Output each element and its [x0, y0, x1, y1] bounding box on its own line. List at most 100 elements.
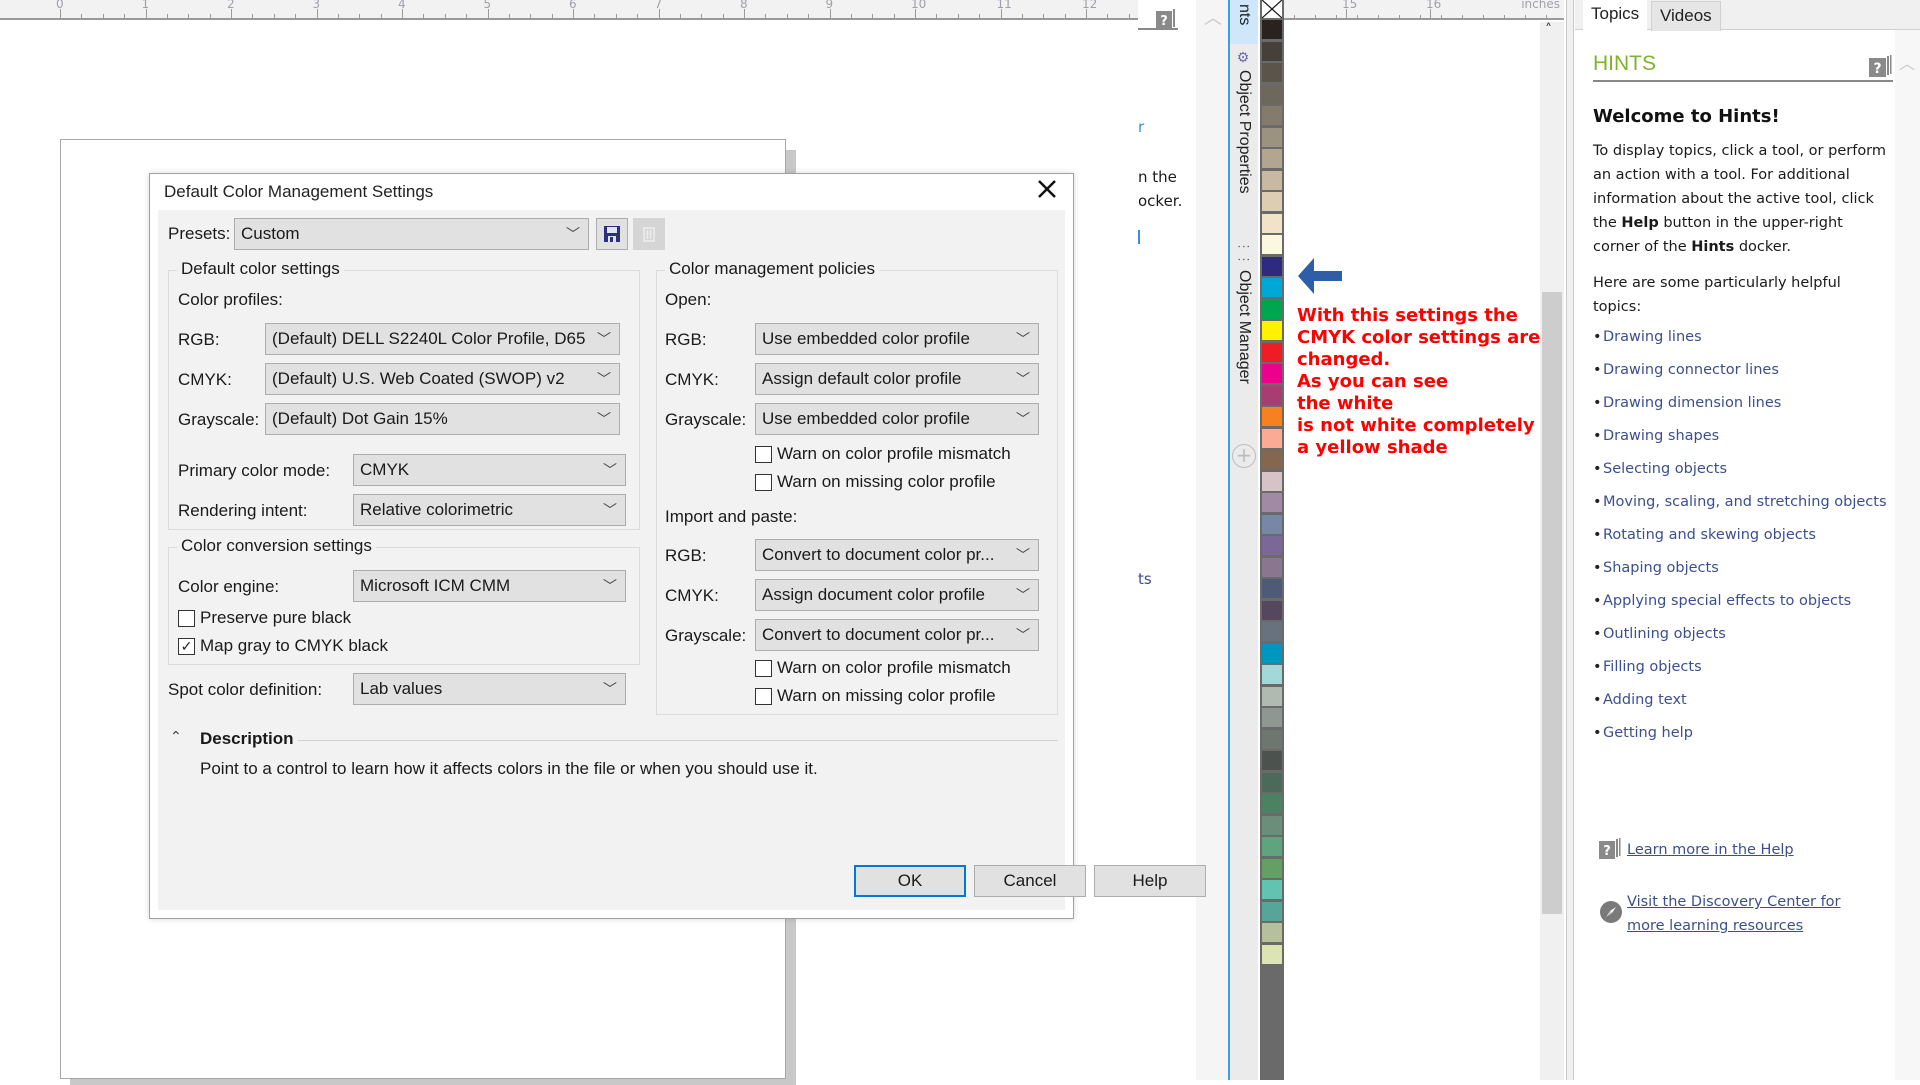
- hidden-panel-scrollbar[interactable]: ︿: [1196, 0, 1230, 1080]
- color-swatch[interactable]: [1262, 385, 1282, 405]
- topic-link[interactable]: Applying special effects to objects: [1593, 589, 1893, 613]
- color-swatch[interactable]: [1262, 622, 1282, 641]
- collapse-description-icon[interactable]: ⌃: [170, 729, 182, 745]
- color-swatch[interactable]: [1262, 278, 1282, 297]
- color-swatch[interactable]: [1262, 514, 1282, 534]
- color-swatch[interactable]: [1262, 751, 1282, 770]
- tab-hints[interactable]: nts: [1230, 0, 1258, 44]
- scroll-up-icon[interactable]: ˄: [1545, 22, 1552, 38]
- color-swatch[interactable]: [1262, 708, 1282, 727]
- panel-splitter[interactable]: [1566, 0, 1574, 1080]
- primary-color-mode-select[interactable]: CMYK ﹀: [353, 454, 626, 486]
- import-rgb-select[interactable]: Convert to document color pr... ﹀: [755, 539, 1039, 571]
- plus-circle-icon[interactable]: +: [1232, 444, 1256, 468]
- color-swatch[interactable]: [1262, 643, 1282, 663]
- topic-link[interactable]: Drawing connector lines: [1593, 358, 1893, 382]
- rgb-profile-select[interactable]: (Default) DELL S2240L Color Profile, D65…: [265, 323, 620, 355]
- cmyk-profile-select[interactable]: (Default) U.S. Web Coated (SWOP) v2 ﹀: [265, 363, 620, 395]
- scroll-up-icon[interactable]: ︿: [1899, 50, 1915, 74]
- no-color-swatch[interactable]: [1261, 0, 1283, 19]
- color-swatch[interactable]: [1262, 880, 1282, 899]
- color-swatch[interactable]: [1262, 729, 1282, 749]
- color-swatch[interactable]: [1262, 106, 1282, 125]
- tab-object-properties[interactable]: ⚙ Object Properties: [1230, 46, 1258, 216]
- topic-link[interactable]: Shaping objects: [1593, 556, 1893, 580]
- color-swatch[interactable]: [1262, 450, 1282, 469]
- horizontal-ruler-right[interactable]: inches 15 16: [1284, 0, 1564, 20]
- open-warn-mismatch-checkbox[interactable]: Warn on color profile mismatch: [755, 444, 1011, 464]
- color-swatch[interactable]: [1262, 837, 1282, 856]
- color-swatch[interactable]: [1262, 299, 1282, 319]
- import-warn-missing-checkbox[interactable]: Warn on missing color profile: [755, 686, 996, 706]
- color-swatch[interactable]: [1262, 428, 1282, 448]
- color-engine-select[interactable]: Microsoft ICM CMM ﹀: [353, 570, 626, 602]
- topic-link[interactable]: Rotating and skewing objects: [1593, 523, 1893, 547]
- color-swatch[interactable]: [1262, 772, 1282, 792]
- color-swatch[interactable]: [1262, 256, 1282, 276]
- color-swatch[interactable]: [1262, 794, 1282, 813]
- topic-link[interactable]: Outlining objects: [1593, 622, 1893, 646]
- drawing-area-right[interactable]: [1284, 22, 1564, 1080]
- horizontal-ruler[interactable]: 0 1 2 3 4 5 6 7 8 9 10 11 12: [0, 0, 1152, 20]
- color-swatch[interactable]: [1262, 665, 1282, 684]
- color-swatch[interactable]: [1262, 815, 1282, 835]
- color-swatch[interactable]: [1262, 686, 1282, 706]
- ok-button[interactable]: OK: [854, 865, 966, 897]
- save-preset-button[interactable]: [596, 218, 628, 250]
- color-swatch[interactable]: [1262, 364, 1282, 383]
- hints-scrollbar[interactable]: ︿: [1895, 30, 1920, 1080]
- delete-preset-button[interactable]: [633, 218, 665, 250]
- color-swatch[interactable]: [1262, 41, 1282, 61]
- discovery-center-link[interactable]: Visit the Discovery Center for more lear…: [1627, 890, 1867, 938]
- map-gray-to-cmyk-black-checkbox[interactable]: ✓ Map gray to CMYK black: [178, 636, 388, 656]
- color-swatch[interactable]: [1262, 557, 1282, 577]
- topic-link[interactable]: Getting help: [1593, 721, 1893, 745]
- topic-link[interactable]: Drawing dimension lines: [1593, 391, 1893, 415]
- tab-videos[interactable]: Videos: [1651, 1, 1721, 31]
- tab-object-manager[interactable]: ⋮⋮ Object Manager: [1230, 236, 1258, 396]
- color-swatch[interactable]: [1262, 170, 1282, 190]
- rendering-intent-select[interactable]: Relative colorimetric ﹀: [353, 494, 626, 526]
- color-swatch[interactable]: [1262, 471, 1282, 491]
- cancel-button[interactable]: Cancel: [974, 865, 1086, 897]
- color-swatch[interactable]: [1262, 149, 1282, 168]
- scroll-up-icon[interactable]: ︿: [1204, 4, 1222, 30]
- help-book-icon[interactable]: ?: [1156, 8, 1178, 34]
- learn-more-link[interactable]: Learn more in the Help: [1627, 838, 1794, 862]
- grayscale-profile-select[interactable]: (Default) Dot Gain 15% ﹀: [265, 403, 620, 435]
- vertical-scrollbar[interactable]: ˄: [1540, 22, 1564, 1080]
- close-icon[interactable]: [1033, 178, 1061, 206]
- color-swatch[interactable]: [1262, 407, 1282, 426]
- color-swatch[interactable]: [1262, 63, 1282, 82]
- color-swatch[interactable]: [1262, 192, 1282, 211]
- tab-topics[interactable]: Topics: [1583, 0, 1648, 31]
- open-warn-missing-checkbox[interactable]: Warn on missing color profile: [755, 472, 996, 492]
- color-swatch[interactable]: [1262, 600, 1282, 620]
- color-swatch[interactable]: [1262, 493, 1282, 512]
- spot-color-select[interactable]: Lab values ﹀: [353, 673, 626, 705]
- topic-link[interactable]: Selecting objects: [1593, 457, 1893, 481]
- topic-link[interactable]: Filling objects: [1593, 655, 1893, 679]
- color-swatch[interactable]: [1262, 84, 1282, 104]
- topic-link[interactable]: Drawing shapes: [1593, 424, 1893, 448]
- color-swatch[interactable]: [1262, 901, 1282, 921]
- color-swatch[interactable]: [1262, 321, 1282, 340]
- color-swatch[interactable]: [1262, 579, 1282, 598]
- presets-select[interactable]: Custom ﹀: [234, 218, 589, 250]
- color-swatch[interactable]: [1262, 858, 1282, 878]
- color-swatch[interactable]: [1262, 127, 1282, 147]
- import-warn-mismatch-checkbox[interactable]: Warn on color profile mismatch: [755, 658, 1011, 678]
- color-swatch[interactable]: [1262, 213, 1282, 233]
- open-cmyk-select[interactable]: Assign default color profile ﹀: [755, 363, 1039, 395]
- preserve-pure-black-checkbox[interactable]: Preserve pure black: [178, 608, 351, 628]
- topic-link[interactable]: Adding text: [1593, 688, 1893, 712]
- color-swatch[interactable]: [1262, 342, 1282, 362]
- color-swatch[interactable]: [1262, 923, 1282, 942]
- scrollbar-thumb[interactable]: [1542, 292, 1562, 914]
- topic-link[interactable]: Drawing lines: [1593, 325, 1893, 349]
- color-swatch[interactable]: [1262, 944, 1282, 964]
- color-swatch[interactable]: [1262, 536, 1282, 555]
- color-swatch[interactable]: [1262, 20, 1282, 39]
- open-rgb-select[interactable]: Use embedded color profile ﹀: [755, 323, 1039, 355]
- open-grayscale-select[interactable]: Use embedded color profile ﹀: [755, 403, 1039, 435]
